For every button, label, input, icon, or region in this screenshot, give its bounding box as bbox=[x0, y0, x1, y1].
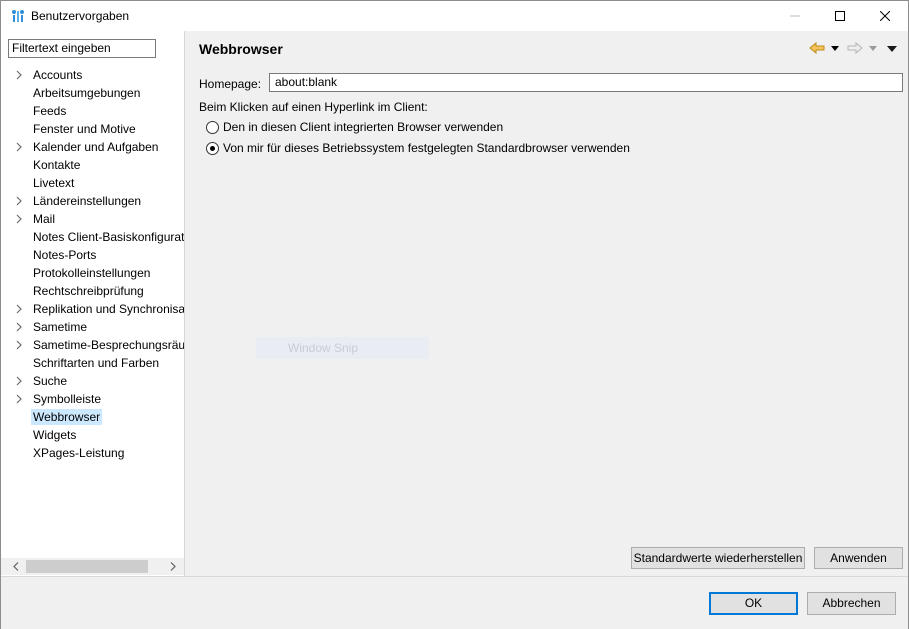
tree-item-label: Sametime bbox=[33, 320, 88, 334]
apply-button[interactable]: Anwenden bbox=[814, 547, 903, 569]
window-title: Benutzervorgaben bbox=[31, 9, 130, 23]
scroll-right-icon[interactable] bbox=[169, 562, 177, 571]
back-arrow-icon[interactable] bbox=[809, 42, 825, 54]
tree-item-label: Sametime-Besprechungsräu bbox=[33, 338, 184, 352]
tree-item-label: Symbolleiste bbox=[33, 392, 102, 406]
tree-item-label: Notes-Ports bbox=[33, 248, 97, 262]
tree-item[interactable]: Symbolleiste bbox=[1, 390, 184, 408]
title-bar: Benutzervorgaben bbox=[1, 1, 908, 31]
tree-item-label: Suche bbox=[33, 374, 68, 388]
tree-item[interactable]: Replikation und Synchronisa bbox=[1, 300, 184, 318]
chevron-right-icon[interactable] bbox=[15, 214, 23, 224]
maximize-button[interactable] bbox=[817, 1, 863, 31]
tree-item[interactable]: Rechtschreibprüfung bbox=[1, 282, 184, 300]
chevron-right-icon[interactable] bbox=[15, 340, 23, 350]
tree-item[interactable]: Kontakte bbox=[1, 156, 184, 174]
tree-item[interactable]: Livetext bbox=[1, 174, 184, 192]
tree-item[interactable]: Schriftarten und Farben bbox=[1, 354, 184, 372]
tree-item[interactable]: Protokolleinstellungen bbox=[1, 264, 184, 282]
tree-item-label: Rechtschreibprüfung bbox=[33, 284, 144, 298]
tree-item-label: Ländereinstellungen bbox=[33, 194, 142, 208]
page-title: Webbrowser bbox=[199, 41, 283, 57]
preference-page: Webbrowser Homepage: Beim Klicken auf ei… bbox=[185, 31, 908, 576]
ok-button[interactable]: OK bbox=[709, 592, 798, 615]
tree-item-label: Mail bbox=[33, 212, 56, 226]
close-icon bbox=[880, 11, 890, 21]
close-button[interactable] bbox=[862, 1, 908, 31]
dialog-footer: OK Abbrechen bbox=[1, 576, 908, 629]
preferences-tree: Accounts Arbeitsumgebungen Feeds Fenster un… bbox=[1, 66, 184, 558]
filter-input[interactable] bbox=[8, 39, 156, 58]
restore-defaults-button[interactable]: Standardwerte wiederherstellen bbox=[631, 547, 805, 569]
tree-item[interactable]: Widgets bbox=[1, 426, 184, 444]
tree-item-label: Schriftarten und Farben bbox=[33, 356, 160, 370]
tree-item-label: Widgets bbox=[33, 428, 77, 442]
tree-item[interactable]: Feeds bbox=[1, 102, 184, 120]
tree-item[interactable]: Suche bbox=[1, 372, 184, 390]
forward-dropdown-icon[interactable] bbox=[869, 46, 877, 51]
scroll-left-icon[interactable] bbox=[12, 562, 20, 571]
radio-button[interactable] bbox=[206, 121, 219, 134]
tree-item-label: Accounts bbox=[33, 68, 83, 82]
chevron-right-icon[interactable] bbox=[15, 70, 23, 80]
tree-item[interactable]: Sametime-Besprechungsräu bbox=[1, 336, 184, 354]
tree-item-label: Kalender und Aufgaben bbox=[33, 140, 159, 154]
cancel-button[interactable]: Abbrechen bbox=[807, 592, 896, 615]
tree-item[interactable]: XPages-Leistung bbox=[1, 444, 184, 462]
hyperlink-behavior-label: Beim Klicken auf einen Hyperlink im Clie… bbox=[199, 100, 428, 114]
back-dropdown-icon[interactable] bbox=[831, 46, 839, 51]
tree-item-label: XPages-Leistung bbox=[33, 446, 125, 460]
tree-item-label: Feeds bbox=[33, 104, 67, 118]
radio-label: Von mir für dieses Betriebssystem festge… bbox=[223, 141, 630, 155]
tree-item[interactable]: Mail bbox=[1, 210, 184, 228]
tree-item[interactable]: Kalender und Aufgaben bbox=[1, 138, 184, 156]
tree-item-label: Protokolleinstellungen bbox=[33, 266, 151, 280]
homepage-label: Homepage: bbox=[199, 77, 262, 91]
minimize-icon bbox=[790, 15, 800, 17]
tree-item-label: Replikation und Synchronisa bbox=[33, 302, 184, 316]
tree-item-label: Arbeitsumgebungen bbox=[33, 86, 141, 100]
app-icon bbox=[10, 9, 26, 23]
view-menu-icon[interactable] bbox=[887, 46, 897, 52]
tree-item-label: Webbrowser bbox=[31, 409, 103, 425]
chevron-right-icon[interactable] bbox=[15, 322, 23, 332]
tree-item-label: Kontakte bbox=[33, 158, 81, 172]
chevron-right-icon[interactable] bbox=[15, 304, 23, 314]
window-snip-overlay: Window Snip bbox=[256, 337, 429, 359]
chevron-right-icon[interactable] bbox=[15, 142, 23, 152]
tree-item-label: Fenster und Motive bbox=[33, 122, 136, 136]
tree-item[interactable]: Notes-Ports bbox=[1, 246, 184, 264]
preferences-window: Benutzervorgaben Accounts Arbeitsumgebung… bbox=[0, 0, 909, 629]
tree-item[interactable]: Accounts bbox=[1, 66, 184, 84]
radio-label: Den in diesen Client integrierten Browse… bbox=[223, 120, 504, 134]
minimize-button[interactable] bbox=[772, 1, 818, 31]
horizontal-scrollbar[interactable] bbox=[1, 558, 184, 575]
tree-item[interactable]: Fenster und Motive bbox=[1, 120, 184, 138]
forward-arrow-icon[interactable] bbox=[847, 42, 863, 54]
tree-item-label: Notes Client-Basiskonfigurat bbox=[33, 230, 184, 244]
tree-item[interactable]: Arbeitsumgebungen bbox=[1, 84, 184, 102]
page-header: Webbrowser bbox=[185, 31, 908, 65]
homepage-input[interactable] bbox=[269, 73, 903, 92]
tree-item[interactable]: Sametime bbox=[1, 318, 184, 336]
tree-item[interactable]: Notes Client-Basiskonfigurat bbox=[1, 228, 184, 246]
radio-button-checked[interactable] bbox=[206, 142, 219, 155]
chevron-right-icon[interactable] bbox=[15, 196, 23, 206]
tree-item[interactable]: Webbrowser bbox=[1, 408, 184, 426]
tree-item[interactable]: Ländereinstellungen bbox=[1, 192, 184, 210]
chevron-right-icon[interactable] bbox=[15, 394, 23, 404]
maximize-icon bbox=[835, 11, 845, 21]
scrollbar-thumb[interactable] bbox=[26, 560, 148, 573]
chevron-right-icon[interactable] bbox=[15, 376, 23, 386]
tree-item-label: Livetext bbox=[33, 176, 75, 190]
preferences-tree-pane: Accounts Arbeitsumgebungen Feeds Fenster un… bbox=[1, 31, 185, 576]
